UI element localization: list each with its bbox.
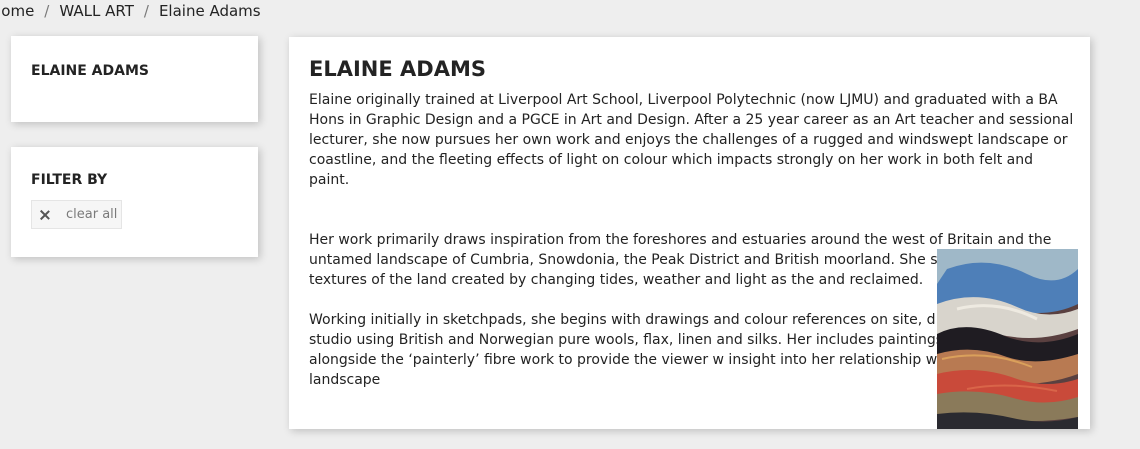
filter-block: FILTER BY clear all [11, 147, 258, 257]
breadcrumb: Home / WALL ART / Elaine Adams [0, 0, 261, 22]
description-paragraph-1: Elaine originally trained at Liverpool A… [309, 92, 1074, 188]
breadcrumb-wall-art[interactable]: WALL ART [59, 2, 134, 20]
category-block: ELAINE ADAMS [11, 36, 258, 122]
page-title: ELAINE ADAMS [309, 57, 486, 81]
category-description-panel: ELAINE ADAMS Elaine originally trained a… [289, 37, 1090, 429]
artwork-image [937, 249, 1078, 429]
breadcrumb-separator: / [44, 2, 50, 20]
category-title[interactable]: ELAINE ADAMS [31, 63, 149, 79]
close-icon [39, 209, 51, 221]
clear-all-label: clear all [66, 207, 118, 222]
filter-title: FILTER BY [31, 172, 108, 188]
breadcrumb-separator: / [143, 2, 149, 20]
clear-all-button[interactable]: clear all [31, 200, 122, 229]
breadcrumb-current: Elaine Adams [158, 2, 261, 20]
breadcrumb-home[interactable]: Home [0, 2, 34, 20]
felt-landscape-artwork [937, 249, 1078, 429]
